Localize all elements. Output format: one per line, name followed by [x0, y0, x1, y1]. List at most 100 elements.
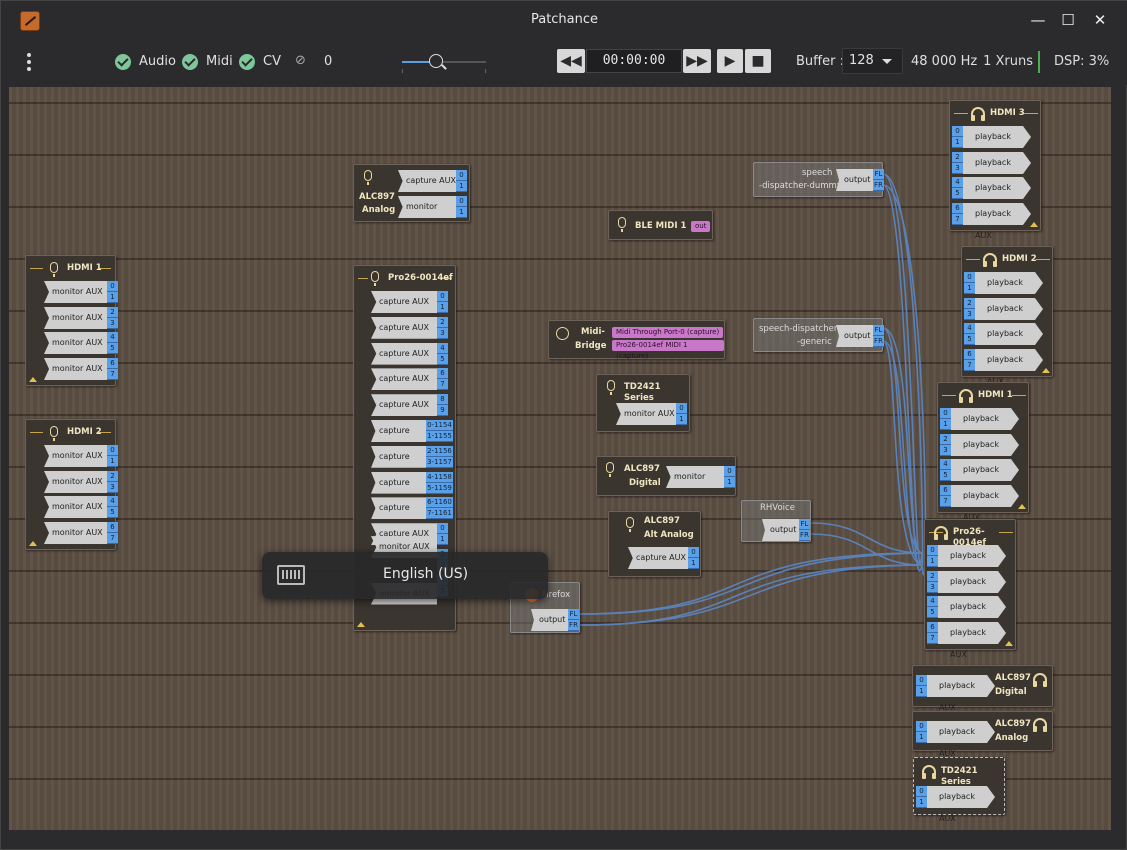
port-monitor-aux[interactable]: monitor AUX	[44, 307, 107, 329]
port-capture-aux[interactable]: capture AUX	[371, 316, 437, 339]
port-playback-aux[interactable]: playback AUX	[975, 323, 1043, 360]
collapse-triangle-icon[interactable]	[29, 377, 37, 382]
port-number[interactable]: 5	[107, 507, 118, 518]
port-number[interactable]: 7	[927, 633, 938, 645]
port-midi-out[interactable]: out	[691, 221, 711, 232]
port-number[interactable]: 5	[964, 334, 975, 346]
port-number[interactable]: 4	[940, 459, 951, 471]
port-number[interactable]: 9	[437, 405, 448, 417]
port-playback-aux[interactable]: playback AUX	[927, 675, 995, 712]
midi-filter-label[interactable]: Midi	[206, 54, 233, 69]
port-midi-through[interactable]: Midi Through Port-0 (capture)	[612, 327, 724, 338]
port-monitor-aux[interactable]: monitor AUX	[616, 403, 676, 425]
port-playback-aux[interactable]: playback AUX	[963, 151, 1031, 189]
port-number[interactable]: 2	[437, 316, 448, 328]
port-number[interactable]: 1	[107, 456, 118, 467]
collapse-triangle-icon[interactable]	[1018, 504, 1026, 509]
port-capture-aux[interactable]: capture AUX	[371, 291, 437, 313]
port-number[interactable]: 7	[107, 369, 118, 380]
port-number[interactable]: 3	[940, 444, 951, 456]
port-output[interactable]: output	[531, 609, 568, 631]
port-playback-aux[interactable]: playback AUX	[927, 721, 995, 758]
port-capture-aux[interactable]: capture AUX	[371, 342, 437, 365]
port-number[interactable]: 0	[437, 291, 448, 302]
port-number[interactable]: 0	[964, 272, 975, 283]
box-td2421-playback[interactable]: TD2421 Series 01 playback AUX	[913, 757, 1005, 823]
port-monitor-aux[interactable]: monitor AUX	[44, 471, 107, 493]
port-playback-aux[interactable]: playback AUX	[963, 177, 1031, 214]
box-hdmi3-playback[interactable]: HDMI 301playback AUX23playback AUX45play…	[949, 100, 1041, 240]
port-number[interactable]: 4	[952, 177, 963, 189]
port-number[interactable]: 7	[940, 496, 951, 508]
box-alc897-alt-analog[interactable]: ALC897 Alt Analog capture AUX 01	[608, 511, 701, 577]
collapse-triangle-icon[interactable]	[1030, 222, 1038, 227]
port-number[interactable]: 5	[927, 607, 938, 619]
port-monitor-aux[interactable]: monitor AUX	[44, 445, 107, 467]
port-capture-aux[interactable]: capture AUX	[371, 420, 426, 442]
port-number[interactable]: 7	[437, 379, 448, 391]
port-number[interactable]: 2-1156	[426, 445, 453, 457]
port-number[interactable]: 0	[952, 126, 963, 137]
port-fr[interactable]: FR	[799, 530, 810, 541]
port-fl[interactable]: FL	[799, 519, 810, 530]
port-number[interactable]: 0-1154	[426, 420, 453, 431]
port-number[interactable]: 3	[107, 482, 118, 493]
port-number[interactable]: 7-1161	[426, 508, 453, 520]
port-number[interactable]: 7	[964, 360, 975, 372]
port-number[interactable]: 3	[927, 581, 938, 593]
port-playback-aux[interactable]: playback AUX	[963, 126, 1031, 163]
port-number[interactable]: 1	[437, 534, 448, 546]
port-fr[interactable]: FR	[873, 180, 884, 191]
patchbay-canvas[interactable]: HDMI 1 monitor AUX 0 1 monitor AUX 2 3 m…	[9, 87, 1111, 830]
port-output[interactable]: output	[762, 519, 799, 541]
port-number[interactable]: 8	[437, 394, 448, 406]
port-number[interactable]: 1	[437, 302, 448, 313]
port-number[interactable]: 2	[940, 433, 951, 445]
box-hdmi2-playback[interactable]: HDMI 201playback AUX23playback AUX45play…	[961, 246, 1053, 386]
port-number[interactable]: 5	[952, 188, 963, 200]
port-number[interactable]: 4	[437, 342, 448, 354]
port-number[interactable]: 1	[940, 419, 951, 430]
port-capture-aux[interactable]: capture AUX	[371, 497, 426, 520]
port-number[interactable]: 1	[952, 137, 963, 148]
collapse-triangle-icon[interactable]	[29, 541, 37, 546]
box-alc897-analog-capture[interactable]: ALC897 Analog capture AUX 01 monitor AUX…	[353, 164, 470, 222]
port-playback-aux[interactable]: playback AUX	[951, 459, 1019, 496]
zoom-magnifier-icon[interactable]	[429, 54, 443, 68]
box-hdmi2-capture[interactable]: HDMI 2 monitor AUX 0 1 monitor AUX 2 3 m…	[25, 419, 118, 550]
port-number[interactable]: 4	[107, 332, 118, 343]
port-number[interactable]: 0	[940, 408, 951, 419]
port-capture-aux[interactable]: capture AUX	[371, 445, 426, 468]
port-number[interactable]: 6	[952, 203, 963, 215]
port-playback-aux[interactable]: playback AUX	[938, 570, 1006, 608]
port-number[interactable]: 2	[952, 151, 963, 163]
buffer-size-select[interactable]: 128	[842, 48, 903, 74]
port-number[interactable]: 0	[437, 523, 448, 535]
maximize-icon[interactable]: ☐	[1059, 11, 1077, 29]
port-number[interactable]: 5	[107, 343, 118, 354]
port-number[interactable]: 0	[107, 445, 118, 456]
minimize-icon[interactable]: —	[1029, 11, 1047, 29]
port-fr[interactable]: FR	[873, 336, 884, 347]
box-speech-dispatcher-dummy[interactable]: speech -dispatcher-dummy output FL FR	[753, 162, 884, 197]
port-number[interactable]: 7	[952, 214, 963, 226]
xruns-counter[interactable]: 1 Xruns	[978, 51, 1037, 73]
port-monitor-aux[interactable]: monitor AUX	[44, 358, 107, 380]
box-hdmi1-playback[interactable]: HDMI 101playback AUX23playback AUX45play…	[937, 382, 1029, 522]
audio-check-icon[interactable]	[115, 54, 131, 70]
port-playback-aux[interactable]: playback AUX	[938, 622, 1006, 659]
port-capture-aux[interactable]: capture AUX	[628, 547, 688, 569]
port-monitor-aux[interactable]: monitor AUX	[44, 522, 107, 544]
port-playback-aux[interactable]: playback AUX	[975, 272, 1043, 309]
port-number[interactable]: 1	[107, 292, 118, 303]
port-capture-aux[interactable]: capture AUX	[371, 368, 437, 391]
port-number[interactable]: 0	[107, 281, 118, 292]
play-button[interactable]: ▶	[717, 49, 743, 73]
box-alc897-analog-playback[interactable]: 01 playback AUX ALC897 Analog	[912, 711, 1053, 758]
audio-filter-label[interactable]: Audio	[139, 54, 176, 69]
box-rhvoice[interactable]: RHVoice output FL FR	[741, 500, 811, 542]
box-speech-dispatcher-generic[interactable]: speech-dispatcher -generic output FL FR	[753, 318, 884, 352]
port-playback-aux[interactable]: playback AUX	[951, 433, 1019, 471]
port-number[interactable]: 6-1160	[426, 497, 453, 509]
box-td2421-capture[interactable]: TD2421 Series monitor AUX 01	[596, 374, 690, 432]
